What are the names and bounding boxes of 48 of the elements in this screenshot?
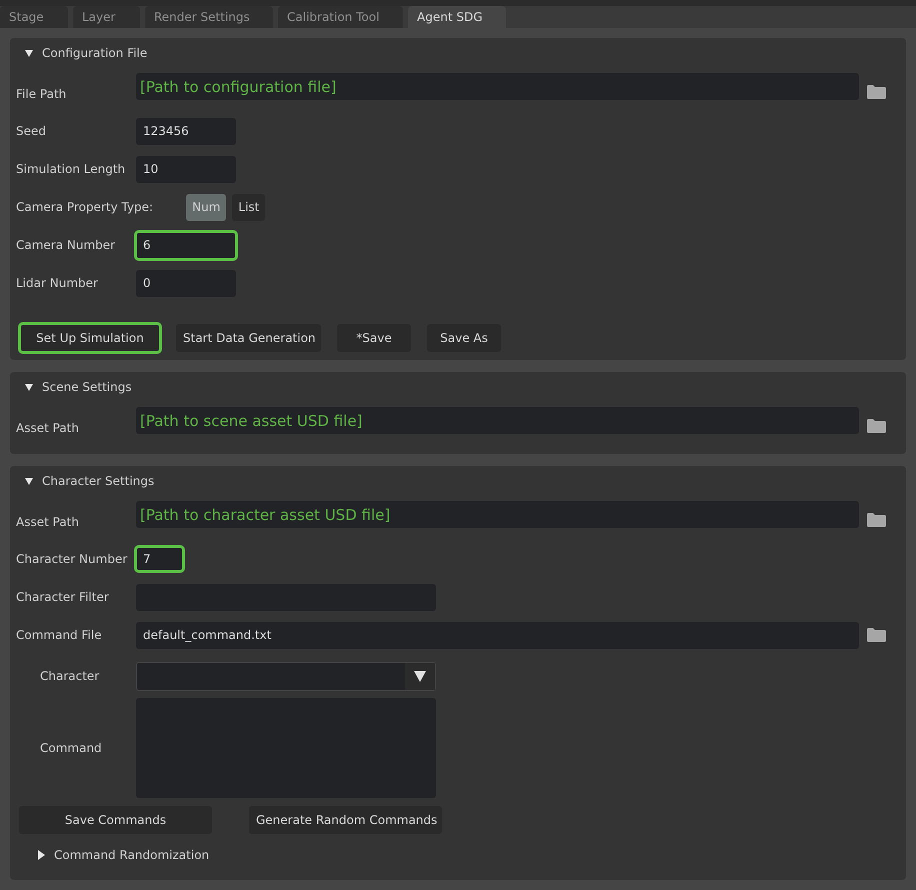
folder-icon[interactable] (867, 85, 886, 99)
collapse-icon[interactable] (25, 478, 33, 484)
action-button[interactable]: Save As (427, 324, 501, 352)
field-label: Command File (16, 627, 103, 644)
folder-icon[interactable] (867, 513, 886, 527)
path-field[interactable]: [Path to configuration file] (136, 73, 859, 100)
action-button[interactable]: Generate Random Commands (249, 806, 442, 834)
subsection-title[interactable]: Command Randomization (54, 846, 210, 864)
input-field[interactable]: 7 (136, 547, 183, 571)
action-button[interactable]: *Save (337, 324, 411, 352)
folder-icon[interactable] (867, 419, 886, 433)
field-label: Character Number (16, 551, 128, 568)
tab[interactable]: Layer (73, 6, 140, 28)
folder-icon[interactable] (867, 628, 886, 642)
field-label: Character Filter (16, 589, 110, 606)
field-label: Asset Path (16, 514, 80, 531)
collapse-icon[interactable] (25, 50, 33, 56)
section-title[interactable]: Scene Settings (42, 378, 132, 396)
dropdown-arrow-icon[interactable] (414, 670, 426, 682)
tab[interactable]: Render Settings (145, 6, 273, 28)
section-title[interactable]: Configuration File (42, 44, 148, 62)
expand-icon[interactable] (38, 850, 45, 860)
action-button[interactable]: Set Up Simulation (20, 324, 160, 352)
input-field[interactable]: 123456 (136, 118, 236, 144)
field-label: File Path (16, 86, 68, 103)
field-label: Camera Number (16, 237, 116, 254)
path-field[interactable]: [Path to scene asset USD file] (136, 407, 859, 434)
toggle-option[interactable]: List (232, 194, 266, 220)
collapse-icon[interactable] (25, 384, 33, 390)
input-field[interactable]: 0 (136, 270, 236, 296)
field-label: Seed (16, 123, 47, 140)
tab[interactable]: Calibration Tool (278, 6, 403, 28)
field-label: Command (39, 740, 103, 757)
tab[interactable]: Stage (0, 6, 68, 28)
field-label: Asset Path (16, 420, 80, 437)
tab[interactable]: Agent SDG (408, 6, 506, 28)
action-button[interactable]: Save Commands (19, 806, 212, 834)
input-field[interactable]: 10 (136, 156, 236, 182)
action-button[interactable]: Start Data Generation (176, 324, 321, 352)
path-field[interactable]: [Path to character asset USD file] (136, 501, 859, 528)
input-field[interactable]: 6 (136, 232, 236, 258)
input-field[interactable]: default_command.txt (136, 622, 859, 648)
field-label: Character (39, 668, 100, 685)
field-label: Lidar Number (16, 275, 99, 292)
section-title[interactable]: Character Settings (42, 472, 154, 490)
field-label: Camera Property Type: (16, 199, 154, 216)
field-label: Simulation Length (16, 161, 126, 178)
toggle-option[interactable]: Num (186, 194, 226, 220)
